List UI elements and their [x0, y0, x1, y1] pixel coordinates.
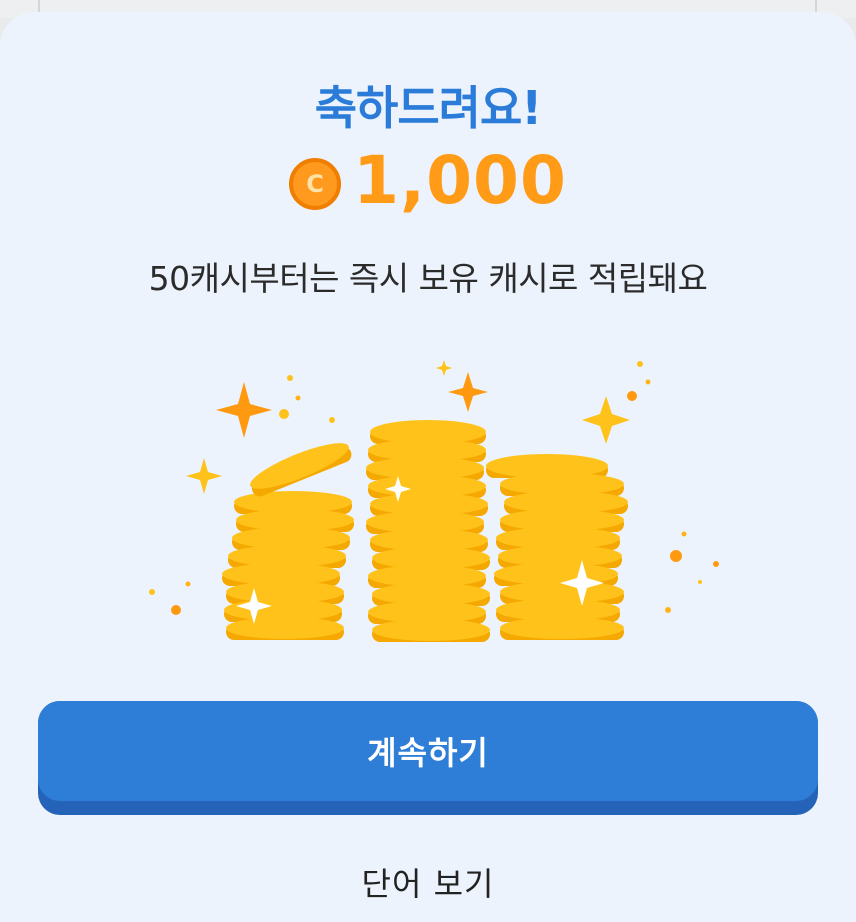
coin-stack-middle: [366, 420, 490, 642]
reward-bottom-sheet: 축하드려요! C 1,000 50캐시부터는 즉시 보유 캐시로 적립돼요 계속…: [0, 12, 856, 922]
reward-amount: 1,000: [353, 142, 567, 219]
coin-stack-right: [486, 454, 628, 640]
view-words-link[interactable]: 단어 보기: [278, 852, 578, 912]
continue-button[interactable]: 계속하기: [38, 701, 818, 815]
reward-amount-row: C 1,000: [0, 142, 856, 219]
coin-symbol: C: [306, 169, 324, 198]
continue-button-label: 계속하기: [38, 701, 818, 801]
reward-description: 50캐시부터는 즉시 보유 캐시로 적립돼요: [148, 259, 708, 298]
congratulations-title: 축하드려요!: [314, 81, 543, 135]
coin-stack-left: [222, 443, 354, 640]
coin-stacks-illustration: [149, 360, 719, 642]
coin-icon: C: [289, 157, 342, 210]
